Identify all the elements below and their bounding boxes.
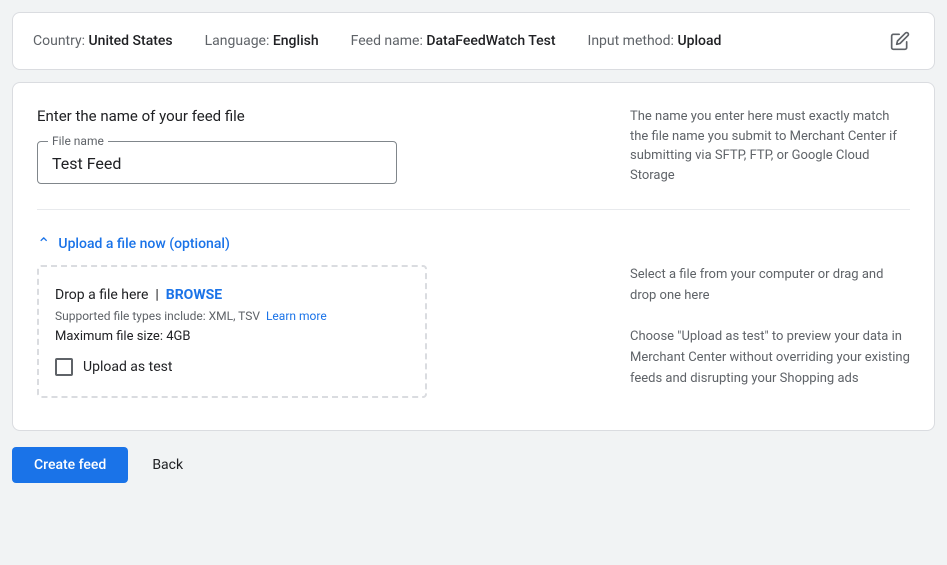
create-feed-button[interactable]: Create feed <box>12 447 128 483</box>
upload-left: Drop a file here | BROWSE Supported file… <box>37 265 606 398</box>
country-info: Country: United States <box>33 33 173 49</box>
file-name-field-wrapper: File name <box>37 141 397 184</box>
drop-zone-text: Drop a file here | BROWSE <box>55 287 409 303</box>
upload-section: ⌃ Upload a file now (optional) Drop a fi… <box>37 234 910 398</box>
divider <box>37 209 910 210</box>
browse-link[interactable]: BROWSE <box>166 287 222 303</box>
edit-button[interactable] <box>886 27 914 55</box>
upload-help: Select a file from your computer or drag… <box>630 265 910 398</box>
footer-bar: Create feed Back <box>12 443 935 487</box>
max-size-text: Maximum file size: 4GB <box>55 329 409 344</box>
inputmethod-info: Input method: Upload <box>588 33 722 49</box>
upload-as-test-label[interactable]: Upload as test <box>55 358 409 376</box>
supported-types-text: Supported file types include: XML, TSV L… <box>55 309 409 323</box>
pencil-icon <box>890 31 910 51</box>
upload-toggle-label: Upload a file now (optional) <box>58 236 229 252</box>
upload-toggle[interactable]: ⌃ Upload a file now (optional) <box>37 234 910 253</box>
main-card: Enter the name of your feed file File na… <box>12 82 935 431</box>
learn-more-link[interactable]: Learn more <box>266 309 327 323</box>
drop-zone[interactable]: Drop a file here | BROWSE Supported file… <box>37 265 427 398</box>
back-button[interactable]: Back <box>144 447 191 483</box>
file-name-heading: Enter the name of your feed file <box>37 107 606 125</box>
file-name-left: Enter the name of your feed file File na… <box>37 107 606 185</box>
feedname-info: Feed name: DataFeedWatch Test <box>351 33 556 49</box>
top-info-bar: Country: United States Language: English… <box>12 12 935 70</box>
upload-help-line2: Choose "Upload as test" to preview your … <box>630 327 910 389</box>
file-name-section: Enter the name of your feed file File na… <box>37 107 910 185</box>
file-name-label: File name <box>48 134 108 148</box>
chevron-up-icon: ⌃ <box>37 234 50 253</box>
upload-content-row: Drop a file here | BROWSE Supported file… <box>37 265 910 398</box>
upload-as-test-text: Upload as test <box>83 359 172 375</box>
file-name-input[interactable] <box>52 154 382 173</box>
file-name-help: The name you enter here must exactly mat… <box>630 107 910 185</box>
upload-help-line1: Select a file from your computer or drag… <box>630 265 910 307</box>
upload-as-test-checkbox[interactable] <box>55 358 73 376</box>
language-info: Language: English <box>205 33 319 49</box>
